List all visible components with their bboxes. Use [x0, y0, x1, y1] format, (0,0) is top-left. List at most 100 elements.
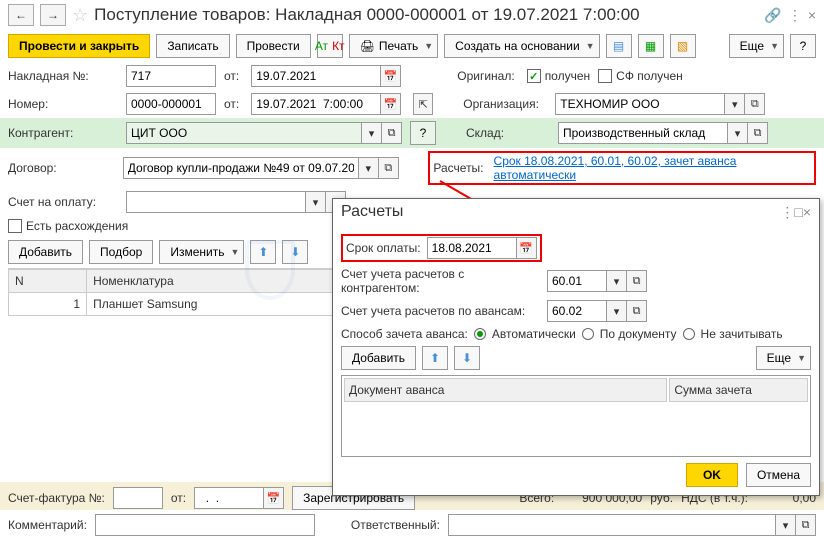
calc-link[interactable]: Срок 18.08.2021, 60.01, 60.02, зачет ава… [494, 154, 811, 182]
ok-button[interactable]: OK [686, 463, 738, 487]
org-input[interactable] [555, 93, 725, 115]
acc-adv-open[interactable]: ⧉ [627, 300, 647, 322]
table-up-button[interactable]: ⬆ [250, 240, 276, 264]
cancel-button[interactable]: Отмена [746, 463, 811, 487]
star-icon[interactable]: ☆ [72, 5, 88, 26]
offset-none-label: Не зачитывать [701, 327, 783, 341]
bill-drop[interactable]: ▾ [306, 191, 326, 213]
popup-more-button[interactable]: Еще▼ [756, 346, 811, 370]
popup-close-icon[interactable]: × [803, 204, 811, 220]
popup-title: Расчеты [341, 203, 403, 221]
sf-label: Счет-фактура №: [8, 491, 105, 505]
more-button[interactable]: Еще▼ [729, 34, 784, 58]
org-open[interactable]: ⧉ [745, 93, 765, 115]
sf-received-checkbox[interactable] [598, 69, 612, 83]
dtkt-button[interactable]: АтКт [317, 34, 343, 58]
forward-button[interactable]: → [40, 4, 66, 26]
close-icon[interactable]: × [808, 7, 816, 23]
window-title: Поступление товаров: Накладная 0000-0000… [94, 5, 758, 25]
counterparty-open[interactable]: ⧉ [382, 122, 402, 144]
sf-from-label: от: [171, 491, 186, 505]
due-label: Срок оплаты: [346, 241, 421, 255]
number-date-input[interactable] [251, 93, 381, 115]
popup-up-button[interactable]: ⬆ [422, 346, 448, 370]
resp-drop[interactable]: ▾ [776, 514, 796, 536]
offset-auto-radio[interactable] [474, 328, 486, 340]
sf-no-input[interactable] [113, 487, 163, 509]
save-button[interactable]: Записать [156, 34, 229, 58]
acc-advance-input[interactable] [547, 300, 607, 322]
popup-max-icon[interactable]: □ [794, 204, 802, 220]
table-down-button[interactable]: ⬇ [282, 240, 308, 264]
table-edit-button[interactable]: Изменить▼ [159, 240, 244, 264]
acc-cp-drop[interactable]: ▾ [607, 270, 627, 292]
calc-label: Расчеты: [433, 161, 483, 175]
org-label: Организация: [463, 97, 543, 111]
acc-cp-open[interactable]: ⧉ [627, 270, 647, 292]
post-button[interactable]: Провести [236, 34, 311, 58]
calendar-icon[interactable]: 📅 [381, 65, 401, 87]
responsible-input[interactable] [448, 514, 776, 536]
org-drop[interactable]: ▾ [725, 93, 745, 115]
contract-input[interactable] [123, 157, 359, 179]
table-add-button[interactable]: Добавить [8, 240, 83, 264]
back-button[interactable]: ← [8, 4, 34, 26]
doc-button-1[interactable]: ▤ [606, 34, 632, 58]
create-based-button[interactable]: Создать на основании▼ [444, 34, 599, 58]
doc-button-3[interactable]: ▧ [670, 34, 696, 58]
counterparty-help[interactable]: ? [410, 121, 436, 145]
invoice-label: Накладная №: [8, 69, 118, 83]
popup-menu-icon[interactable]: ⋮ [780, 204, 794, 221]
bill-input[interactable] [126, 191, 306, 213]
ext-icon[interactable]: ⇱ [413, 93, 433, 115]
popup-add-button[interactable]: Добавить [341, 346, 416, 370]
contract-open[interactable]: ⧉ [379, 157, 399, 179]
offset-label: Способ зачета аванса: [341, 327, 468, 341]
responsible-label: Ответственный: [351, 518, 440, 532]
resp-open[interactable]: ⧉ [796, 514, 816, 536]
sf-received-label: СФ получен [616, 69, 683, 83]
from-label-2: от: [224, 97, 239, 111]
popup-down-button[interactable]: ⬇ [454, 346, 480, 370]
offset-none-radio[interactable] [683, 328, 695, 340]
counterparty-drop[interactable]: ▾ [362, 122, 382, 144]
col-sum: Сумма зачета [669, 378, 808, 402]
received-label: получен [545, 69, 590, 83]
from-label-1: от: [224, 69, 239, 83]
acc-advance-label: Счет учета расчетов по авансам: [341, 304, 541, 318]
acc-adv-drop[interactable]: ▾ [607, 300, 627, 322]
help-button[interactable]: ? [790, 34, 816, 58]
link-icon[interactable]: 🔗 [764, 7, 781, 24]
menu-icon[interactable]: ⋮ [788, 7, 802, 24]
invoice-date-input[interactable] [251, 65, 381, 87]
due-calendar-icon[interactable]: 📅 [517, 237, 537, 259]
sf-date-input[interactable] [194, 487, 264, 509]
acc-counterparty-label: Счет учета расчетов с контрагентом: [341, 267, 541, 295]
discrepancy-checkbox[interactable] [8, 219, 22, 233]
warehouse-open[interactable]: ⧉ [748, 122, 768, 144]
doc-button-2[interactable]: ▦ [638, 34, 664, 58]
calc-popup: Расчеты ⋮ □ × Срок оплаты: 📅 Счет учета … [332, 198, 820, 496]
sf-calendar-icon[interactable]: 📅 [264, 487, 284, 509]
warehouse-input[interactable] [558, 122, 728, 144]
table-select-button[interactable]: Подбор [89, 240, 153, 264]
contract-drop[interactable]: ▾ [359, 157, 379, 179]
warehouse-drop[interactable]: ▾ [728, 122, 748, 144]
warehouse-label: Склад: [466, 126, 546, 140]
number-label: Номер: [8, 97, 118, 111]
comment-input[interactable] [95, 514, 315, 536]
number-input[interactable] [126, 93, 216, 115]
offset-doc-radio[interactable] [582, 328, 594, 340]
original-label: Оригинал: [457, 69, 514, 83]
post-close-button[interactable]: Провести и закрыть [8, 34, 150, 58]
due-date-input[interactable] [427, 237, 517, 259]
offset-auto-label: Автоматически [492, 327, 576, 341]
print-button[interactable]: 🖨 Печать▼ [349, 34, 438, 58]
col-n: N [9, 270, 87, 293]
calendar-icon-2[interactable]: 📅 [381, 93, 401, 115]
counterparty-input[interactable] [126, 122, 362, 144]
advance-table: Документ аванса Сумма зачета [341, 375, 811, 457]
acc-counterparty-input[interactable] [547, 270, 607, 292]
received-checkbox[interactable]: ✓ [527, 69, 541, 83]
invoice-no-input[interactable] [126, 65, 216, 87]
